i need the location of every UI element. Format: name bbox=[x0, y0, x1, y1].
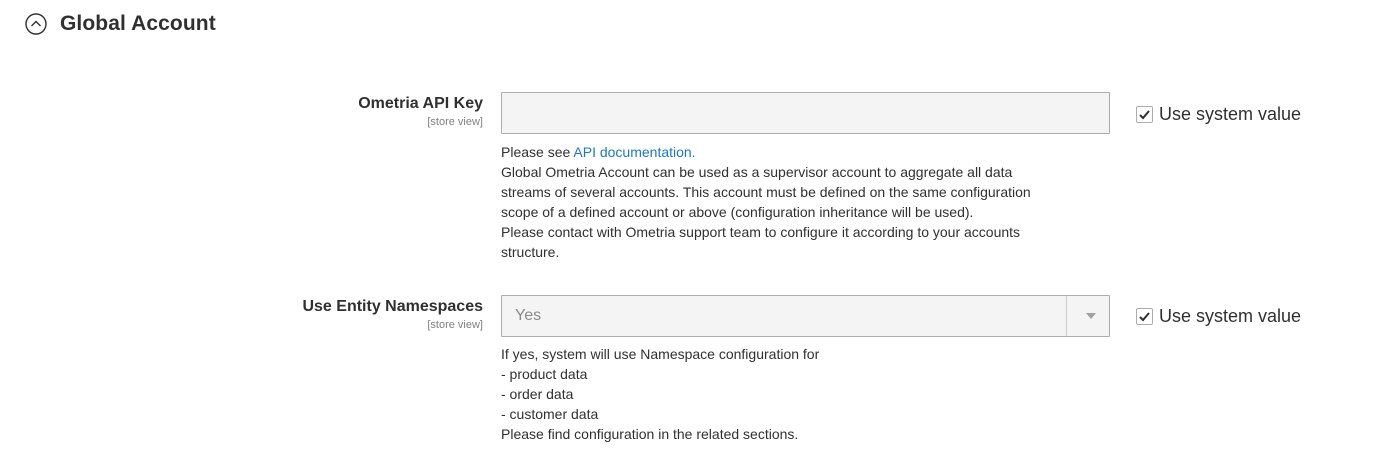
api-documentation-link[interactable]: API documentation. bbox=[573, 144, 695, 160]
api-key-note-line: structure. bbox=[501, 244, 560, 260]
api-key-note-line: Global Ometria Account can be used as a … bbox=[501, 164, 1013, 180]
api-key-use-system-checkbox[interactable] bbox=[1136, 106, 1153, 123]
namespaces-note-line: - order data bbox=[501, 386, 574, 402]
api-key-note-line: streams of several accounts. This accoun… bbox=[501, 184, 1031, 200]
api-key-use-system-label: Use system value bbox=[1159, 104, 1302, 124]
namespaces-select[interactable]: Yes bbox=[501, 295, 1110, 337]
checkmark-icon bbox=[1139, 110, 1150, 120]
select-divider bbox=[1066, 296, 1067, 336]
section-toggle[interactable]: Global Account bbox=[24, 12, 216, 36]
namespaces-label-block: Use Entity Namespaces [store view] bbox=[183, 297, 483, 332]
namespaces-note-line: Please find configuration in the related… bbox=[501, 426, 799, 442]
checkmark-icon bbox=[1139, 312, 1150, 322]
api-key-input[interactable] bbox=[502, 93, 1109, 133]
namespaces-note-line: - customer data bbox=[501, 406, 599, 422]
namespaces-use-system-label: Use system value bbox=[1159, 306, 1302, 326]
api-key-note-prefix: Please see bbox=[501, 144, 574, 160]
namespaces-use-system-checkbox[interactable] bbox=[1136, 308, 1153, 325]
section-title: Global Account bbox=[60, 12, 216, 35]
namespaces-use-system-value[interactable]: Use system value bbox=[1136, 306, 1301, 327]
api-key-label: Ometria API Key bbox=[358, 95, 483, 112]
api-key-note-line: Please contact with Ometria support team… bbox=[501, 224, 1021, 240]
namespaces-note: If yes, system will use Namespace config… bbox=[501, 344, 1111, 444]
namespaces-scope-label: [store view] bbox=[427, 319, 483, 331]
api-key-note-link-line: Please see API documentation. bbox=[501, 142, 1111, 162]
api-key-input-wrapper bbox=[501, 92, 1110, 134]
api-key-note-line: scope of a defined account or above (con… bbox=[501, 204, 974, 220]
namespaces-label: Use Entity Namespaces bbox=[302, 298, 483, 315]
api-key-scope-label: [store view] bbox=[427, 116, 483, 128]
namespaces-note-line: - product data bbox=[501, 366, 588, 382]
collapse-up-circle-icon bbox=[24, 12, 48, 36]
api-key-use-system-value[interactable]: Use system value bbox=[1136, 104, 1301, 125]
namespaces-note-line: If yes, system will use Namespace config… bbox=[501, 346, 820, 362]
chevron-down-icon bbox=[1086, 313, 1096, 319]
api-key-note: Please see API documentation. Global Ome… bbox=[501, 142, 1111, 262]
namespaces-selected-value: Yes bbox=[515, 307, 542, 324]
api-key-label-block: Ometria API Key [store view] bbox=[183, 94, 483, 129]
